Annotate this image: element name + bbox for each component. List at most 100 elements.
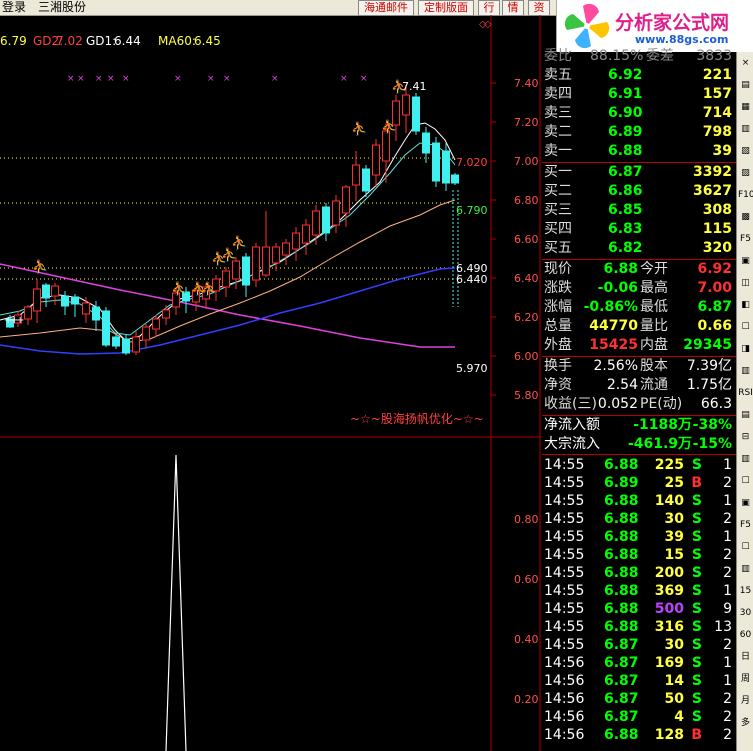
x-signal-icon: × — [122, 74, 130, 84]
toolbar-button[interactable]: ▥ — [738, 364, 753, 379]
toolbar-button[interactable]: 月 — [738, 694, 753, 709]
runner-signal-icon: ⛹ — [32, 258, 48, 275]
toolbar-button[interactable]: ☐ — [738, 320, 753, 335]
x-signal-icon: × — [207, 74, 215, 84]
candle-body — [252, 246, 260, 281]
toolbar-button[interactable]: ◧ — [738, 298, 753, 313]
stat-row: 现价 6.88 今开 6.92 — [542, 260, 736, 278]
extra-value: 2.54 — [606, 377, 638, 393]
toolbar-button[interactable]: ▥ — [738, 122, 753, 137]
logo-url[interactable]: www.88gs.com — [635, 33, 728, 46]
toolbar-button[interactable]: ◫ — [738, 276, 753, 291]
tick-row: 14:55 6.88 369 S 1 — [542, 582, 736, 600]
tick-volume: 140 — [654, 493, 684, 509]
weibi-value: 88.15% — [590, 48, 644, 64]
price-axis-group: 7.40 7.20 7.00 6.80 6.60 6.40 6.20 6.00 5.80 — [491, 77, 539, 402]
stat-label: 量比 — [640, 318, 668, 334]
extra-row: 收益(三) 0.052 PE(动) 66.3 — [542, 395, 736, 413]
extra-value: 0.052 — [597, 396, 638, 412]
toolbar-button[interactable]: F5 — [738, 232, 753, 247]
buy-level-label: 买一 — [544, 164, 572, 180]
candle-body — [262, 246, 270, 276]
tick-row: 14:56 6.87 4 S 2 — [542, 708, 736, 726]
tick-side: S — [691, 547, 702, 563]
x-signal-icon: × — [340, 74, 348, 84]
haitong-mail-button[interactable]: 海通邮件 — [358, 0, 414, 16]
quote-panel: 委比 88.15% 委差 3833 卖五 6.92 221 卖四 6.91 157 卖三 6.… — [542, 48, 736, 751]
tick-price: 6.87 — [604, 691, 639, 707]
flow-row: 大宗流入 -461.9万 -15% — [542, 435, 736, 453]
buy-level-label: 买四 — [544, 221, 572, 237]
tick-volume: 30 — [664, 637, 684, 653]
toolbar-button[interactable]: ▦ — [738, 100, 753, 115]
tick-volume: 15 — [664, 547, 684, 563]
tick-count: 2 — [723, 691, 732, 707]
toolbar-button[interactable]: 15 — [738, 584, 753, 599]
extra-label: PE(动) — [640, 396, 683, 412]
toolbar-button[interactable]: ▨ — [738, 166, 753, 181]
toolbar-button[interactable]: 30 — [738, 606, 753, 621]
candle-body — [362, 168, 370, 192]
toolbar-button[interactable]: ☐ — [738, 540, 753, 555]
toolbar-button[interactable]: ◨ — [738, 342, 753, 357]
toolbar-button[interactable]: ⊟ — [738, 430, 753, 445]
tick-price: 6.87 — [604, 655, 639, 671]
market-button[interactable]: 行 — [478, 0, 500, 16]
toolbar-button[interactable]: ▥ — [738, 452, 753, 467]
custom-layout-button[interactable]: 定制版面 — [418, 0, 474, 16]
candle-body — [122, 338, 130, 354]
sell-level-price: 6.88 — [608, 143, 643, 159]
sell-level-label: 卖一 — [544, 143, 572, 159]
toolbar-button[interactable]: F10 — [738, 188, 753, 203]
toolbar-button[interactable]: ▥ — [738, 562, 753, 577]
tick-side: S — [691, 619, 702, 635]
toolbar-button[interactable]: 周 — [738, 672, 753, 687]
toolbar-button[interactable]: × — [738, 56, 753, 71]
stat-row: 总量 44770 量比 0.66 — [542, 317, 736, 335]
toolbar-button[interactable]: F5 — [738, 518, 753, 533]
toolbar-button[interactable]: 日 — [738, 650, 753, 665]
tick-count: 2 — [723, 727, 732, 743]
candle-body — [112, 336, 120, 347]
toolbar-button[interactable]: ▤ — [738, 78, 753, 93]
tick-price: 6.87 — [604, 709, 639, 725]
toolbar-button[interactable]: RSI — [738, 386, 753, 401]
kline-chart-area[interactable]: 6.79 GD2: 7.02 GD1: 6.44 MA60: 6.45 ◇ ◇ … — [0, 15, 541, 751]
toolbar-button[interactable]: ☐ — [738, 474, 753, 489]
x-signal-icon: × — [223, 74, 231, 84]
toolbar-button[interactable]: 60 — [738, 628, 753, 643]
toolbar-button[interactable]: ▧ — [738, 144, 753, 159]
toolbar-button[interactable]: ▣ — [738, 254, 753, 269]
toolbar-button[interactable]: ▩ — [738, 210, 753, 225]
flow-label: 大宗流入 — [544, 436, 600, 452]
stat-value: 44770 — [589, 318, 638, 334]
sell-level-price: 6.89 — [608, 124, 643, 140]
tick-time: 14:55 — [544, 565, 585, 581]
pinwheel-logo-icon — [564, 3, 610, 49]
candle-body — [24, 306, 32, 320]
tick-volume: 169 — [654, 655, 684, 671]
stat-row: 涨幅 -0.86% 最低 6.87 — [542, 298, 736, 316]
fund-button[interactable]: 资 — [528, 0, 550, 16]
sell-level-label: 卖二 — [544, 124, 572, 140]
login-menu[interactable]: 登录 — [2, 0, 26, 14]
tick-count: 2 — [723, 637, 732, 653]
extra-value: 2.56% — [593, 358, 638, 374]
info-button[interactable]: 情 — [502, 0, 524, 16]
x-signal-icon: × — [174, 74, 182, 84]
stat-row: 外盘 15425 内盘 29345 — [542, 336, 736, 354]
toolbar-button[interactable]: ▤ — [738, 408, 753, 423]
tick-volume: 39 — [664, 529, 684, 545]
tick-row: 14:55 6.88 225 S 1 — [542, 456, 736, 474]
tick-time: 14:56 — [544, 709, 585, 725]
sell-level-row: 卖二 6.89 798 — [542, 123, 736, 141]
candle-body — [71, 296, 79, 305]
tick-price: 6.89 — [604, 475, 639, 491]
tick-time: 14:55 — [544, 529, 585, 545]
toolbar-button[interactable]: 多 — [738, 716, 753, 731]
tick-count: 2 — [723, 565, 732, 581]
tick-volume: 14 — [664, 673, 684, 689]
x-signal-icon: × — [67, 74, 75, 84]
toolbar-button[interactable]: ▣ — [738, 496, 753, 511]
tick-row: 14:55 6.88 15 S 2 — [542, 546, 736, 564]
